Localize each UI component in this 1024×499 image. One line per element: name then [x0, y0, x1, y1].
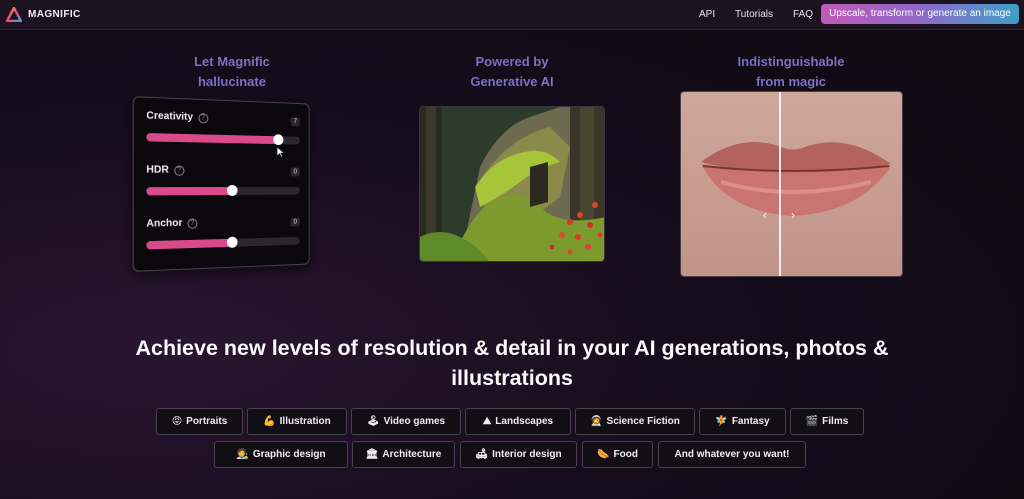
chip-label: Portraits [186, 416, 228, 427]
comparison-image-lips[interactable]: ‹ › [680, 91, 903, 277]
anchor-slider-fill [146, 238, 233, 250]
hdr-value: 0 [290, 167, 300, 177]
muscle-icon: 💪 [263, 416, 276, 427]
nav-link-tutorials[interactable]: Tutorials [735, 9, 773, 20]
forest-illustration-drawing [420, 107, 604, 261]
nav-link-faq[interactable]: FAQ [793, 9, 813, 20]
artist-icon: 🧑‍🎨 [236, 449, 249, 460]
magnific-logo-icon [6, 7, 22, 22]
clapper-board-icon: 🎬 [805, 416, 819, 427]
headline-line: Achieve new levels of resolution & detai… [135, 336, 889, 360]
anchor-label-row: Anchor ? [146, 216, 299, 230]
upscale-cta-button[interactable]: Upscale, transform or generate an image [821, 4, 1019, 24]
chevron-left-icon: ‹ [763, 208, 767, 222]
joystick-icon: 🕹 [366, 416, 380, 427]
chip-label: And whatever you want! [674, 449, 790, 460]
chip-label: Films [822, 416, 849, 427]
brand-logo-link[interactable]: MAGNIFIC [6, 7, 81, 22]
page-headline: Achieve new levels of resolution & detai… [112, 333, 912, 393]
angry-face-icon: 😡 [171, 416, 183, 427]
astronaut-icon: 🧑‍🚀 [590, 416, 603, 427]
brand-name: MAGNIFIC [28, 9, 81, 20]
mountain-icon: ⛰ [482, 416, 492, 427]
column-title-line: Powered by [475, 54, 549, 69]
chip-label: Landscapes [495, 416, 554, 427]
column-title-line: Let Magnific [194, 54, 270, 69]
chip-illustration[interactable]: 💪 Illustration [247, 408, 347, 435]
column-title-generative-ai: Powered by Generative AI [432, 52, 592, 92]
column-title-magic: Indistinguishable from magic [711, 52, 871, 92]
column-title-line: Generative AI [470, 74, 554, 89]
anchor-slider[interactable] [146, 236, 300, 250]
chip-whatever-you-want[interactable]: And whatever you want! [658, 441, 806, 468]
chip-films[interactable]: 🎬 Films [790, 408, 864, 435]
help-icon[interactable]: ? [198, 112, 208, 123]
chip-graphic-design[interactable]: 🧑‍🎨 Graphic design [214, 441, 348, 468]
column-title-hallucinate: Let Magnific hallucinate [152, 52, 312, 92]
creativity-slider-knob[interactable] [273, 134, 284, 146]
hdr-slider-knob[interactable] [227, 184, 238, 196]
creativity-slider[interactable] [146, 133, 300, 146]
anchor-control: Anchor ? 0 [146, 216, 300, 250]
chip-fantasy[interactable]: 🧚 Fantasy [699, 408, 786, 435]
chip-label: Architecture [382, 449, 442, 460]
top-nav: MAGNIFIC API Tutorials FAQ Upscale, tran… [0, 0, 1024, 30]
headline-line: illustrations [451, 366, 573, 390]
chip-architecture[interactable]: 🏛 Architecture [352, 441, 455, 468]
anchor-label: Anchor [146, 217, 183, 230]
couch-icon: 🛋 [475, 449, 489, 460]
hot-dog-icon: 🌭 [597, 449, 610, 460]
chip-interior-design[interactable]: 🛋 Interior design [460, 441, 577, 468]
chip-portraits[interactable]: 😡 Portraits [156, 408, 243, 435]
chip-landscapes[interactable]: ⛰ Landscapes [465, 408, 571, 435]
nav-link-api[interactable]: API [699, 9, 715, 20]
settings-panel: Creativity ? 7 HDR ? 0 Anchor ? 0 [132, 96, 310, 272]
creativity-slider-fill [146, 133, 279, 145]
column-title-line: Indistinguishable [737, 54, 845, 69]
hdr-label: HDR [146, 164, 169, 176]
chip-video-games[interactable]: 🕹 Video games [351, 408, 461, 435]
hdr-slider-fill [146, 186, 233, 196]
chevron-right-icon: › [791, 208, 795, 222]
hdr-control: HDR ? 0 [146, 164, 300, 196]
creativity-label-row: Creativity ? [146, 110, 299, 126]
chip-label: Science Fiction [606, 416, 680, 427]
chip-label: Video games [383, 416, 446, 427]
help-icon[interactable]: ? [173, 165, 185, 176]
mouse-pointer-icon [276, 146, 285, 158]
chip-label: Interior design [492, 449, 562, 460]
hdr-slider[interactable] [146, 184, 300, 196]
column-title-line: from magic [755, 74, 827, 89]
chip-label: Graphic design [252, 449, 326, 460]
creativity-control: Creativity ? 7 [146, 110, 300, 146]
chip-food[interactable]: 🌭 Food [582, 441, 653, 468]
column-title-line: hallucinate [198, 74, 266, 89]
anchor-slider-knob[interactable] [227, 236, 238, 248]
fairy-icon: 🧚 [715, 416, 728, 427]
creativity-value: 7 [290, 117, 300, 127]
help-icon[interactable]: ? [187, 217, 198, 229]
classical-building-icon: 🏛 [365, 449, 379, 460]
forest-illustration-image [419, 106, 605, 262]
chip-label: Illustration [279, 416, 331, 427]
chip-label: Fantasy [731, 416, 770, 427]
creativity-label: Creativity [146, 110, 194, 124]
hdr-label-row: HDR ? [146, 164, 299, 176]
chip-label: Food [613, 449, 638, 460]
chip-science-fiction[interactable]: 🧑‍🚀 Science Fiction [575, 408, 695, 435]
lips-photo-drawing [681, 92, 902, 276]
anchor-value: 0 [290, 217, 300, 227]
